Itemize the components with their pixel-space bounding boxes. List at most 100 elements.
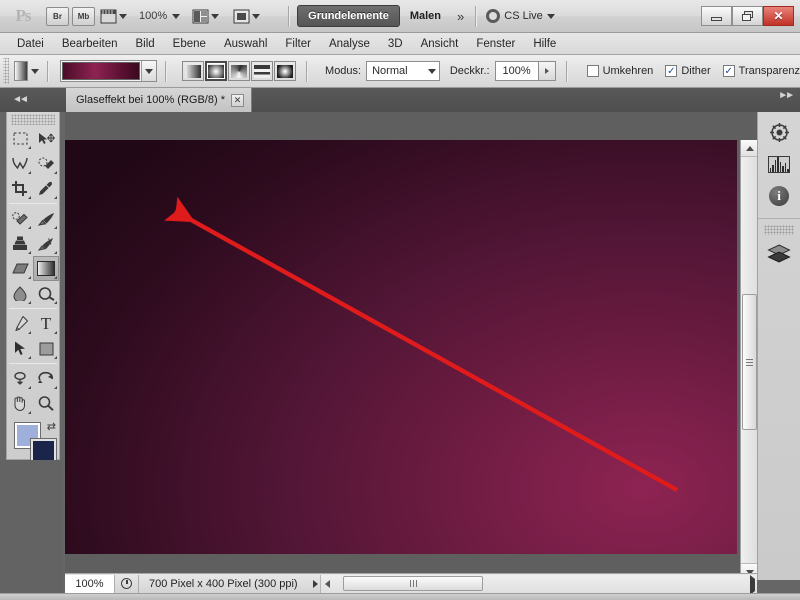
dither-checkbox[interactable]: ✓: [665, 65, 678, 77]
scroll-up-button[interactable]: [741, 140, 758, 157]
opacity-input[interactable]: 100%: [494, 61, 539, 81]
opacity-slider-button[interactable]: [538, 61, 556, 81]
canvas-viewport[interactable]: [65, 140, 737, 554]
restore-button[interactable]: [732, 6, 763, 26]
tool-options-bar: Modus: Normal Deckkr.: 100% Umkehren ✓ D…: [0, 55, 800, 88]
swap-colors-icon[interactable]: ⇄: [47, 420, 56, 433]
move-icon: [38, 132, 55, 144]
tool-brush[interactable]: [33, 206, 59, 231]
tool-pen[interactable]: [7, 311, 33, 336]
horizontal-scrollbar-thumb[interactable]: [343, 575, 483, 591]
tool-eyedropper[interactable]: [33, 176, 59, 201]
menu-analyse[interactable]: Analyse: [320, 36, 379, 52]
tool-history-brush[interactable]: [33, 231, 59, 256]
canvas-vertical-scrollbar[interactable]: [740, 140, 758, 580]
tool-path-selection[interactable]: [7, 336, 33, 361]
angle-gradient-button[interactable]: [228, 61, 251, 81]
tool-blur[interactable]: [7, 281, 33, 306]
canvas-horizontal-scrollbar[interactable]: [320, 574, 757, 595]
arrange-documents-button[interactable]: [190, 6, 221, 26]
scroll-left-icon[interactable]: [325, 579, 330, 588]
document-timing-button[interactable]: [115, 574, 139, 593]
bridge-button[interactable]: Br: [46, 6, 69, 26]
flyout-triangle-icon: [54, 276, 57, 279]
flyout-triangle-icon: [28, 196, 31, 199]
menu-bar: Datei Bearbeiten Bild Ebene Auswahl Filt…: [0, 33, 800, 55]
mini-bridge-button[interactable]: Mb: [72, 6, 95, 26]
tool-quick-selection[interactable]: [33, 151, 59, 176]
gradient-preview-swatch[interactable]: [62, 62, 141, 80]
gradient-picker[interactable]: [60, 60, 158, 82]
workspace-malen-button[interactable]: Malen: [400, 5, 451, 27]
tool-hand[interactable]: [7, 391, 33, 416]
tool-horizontal-type[interactable]: T: [33, 311, 59, 336]
workspace-grundelemente-button[interactable]: Grundelemente: [297, 5, 400, 27]
panel-layers-button[interactable]: [758, 238, 800, 270]
tool-move[interactable]: [33, 126, 59, 151]
menu-bild[interactable]: Bild: [126, 36, 163, 52]
transparency-checkbox[interactable]: ✓: [722, 65, 735, 77]
collapse-left-panel-icon[interactable]: ◄◄: [8, 90, 30, 108]
reflected-gradient-button[interactable]: [251, 61, 274, 81]
options-divider-3: [306, 60, 309, 82]
menu-hilfe[interactable]: Hilfe: [524, 36, 565, 52]
vertical-scrollbar-thumb[interactable]: [742, 294, 757, 430]
reverse-checkbox[interactable]: [586, 65, 599, 77]
tool-clone-stamp[interactable]: [7, 231, 33, 256]
tool-rectangular-marquee[interactable]: [7, 126, 33, 151]
panel-mini-bridge-button[interactable]: [758, 116, 800, 148]
radial-gradient-button[interactable]: [205, 61, 228, 81]
close-button[interactable]: ✕: [763, 6, 794, 26]
zoom-percent-input[interactable]: 100%: [65, 574, 115, 593]
tool-eraser[interactable]: [7, 256, 33, 281]
tool-3d-object-rotate[interactable]: [7, 366, 33, 391]
menu-filter[interactable]: Filter: [276, 36, 320, 52]
menu-ebene[interactable]: Ebene: [164, 36, 215, 52]
screen-mode-button[interactable]: [231, 6, 262, 26]
minimize-button[interactable]: [701, 6, 732, 26]
collapse-right-panel-icon[interactable]: ►►: [778, 90, 795, 101]
window-controls: ✕: [701, 6, 794, 26]
tool-crop[interactable]: [7, 176, 33, 201]
linear-gradient-button[interactable]: [182, 61, 205, 81]
options-bar-grip[interactable]: [3, 58, 10, 84]
cs-live-button[interactable]: CS Live: [486, 9, 555, 23]
menu-fenster[interactable]: Fenster: [467, 36, 524, 52]
tool-spot-healing-brush[interactable]: [7, 206, 33, 231]
toolbox-grip[interactable]: [11, 114, 55, 125]
right-dock-grip[interactable]: [764, 225, 794, 235]
tool-gradient[interactable]: [33, 256, 59, 281]
document-dimensions-label: 700 Pixel x 400 Pixel (300 ppi): [149, 577, 298, 590]
menu-auswahl[interactable]: Auswahl: [215, 36, 276, 52]
scroll-right-icon[interactable]: [750, 574, 755, 595]
dither-checkbox-row[interactable]: ✓ Dither: [665, 65, 711, 77]
menu-ansicht[interactable]: Ansicht: [412, 36, 468, 52]
panel-histogram-button[interactable]: [758, 148, 800, 180]
workspace-more-chevrons-icon[interactable]: »: [451, 9, 468, 24]
reflected-gradient-icon: [254, 64, 271, 78]
tool-lasso[interactable]: [7, 151, 33, 176]
reverse-checkbox-row[interactable]: Umkehren: [586, 65, 654, 77]
canvas-image[interactable]: [65, 140, 737, 554]
opacity-control[interactable]: 100%: [494, 61, 556, 81]
menu-bearbeiten[interactable]: Bearbeiten: [53, 36, 127, 52]
view-extras-button[interactable]: [98, 6, 129, 26]
zoom-chevron-down-icon[interactable]: [172, 13, 181, 19]
tool-dodge[interactable]: [33, 281, 59, 306]
arrange-documents-icon: [192, 9, 209, 23]
diamond-gradient-button[interactable]: [274, 61, 297, 81]
transparency-checkbox-row[interactable]: ✓ Transparenz: [722, 65, 800, 77]
menu-3d[interactable]: 3D: [379, 36, 412, 52]
tool-rectangle[interactable]: [33, 336, 59, 361]
tool-zoom[interactable]: [33, 391, 59, 416]
panel-info-button[interactable]: i: [758, 180, 800, 212]
blend-mode-select[interactable]: Normal: [366, 61, 440, 81]
document-tab-close-icon[interactable]: ✕: [230, 93, 244, 107]
pen-icon: [14, 316, 28, 331]
reverse-label: Umkehren: [602, 65, 654, 77]
tool-preset-chevron-down-icon[interactable]: [31, 68, 40, 74]
document-tab[interactable]: Glaseffekt bei 100% (RGB/8) * ✕: [66, 88, 252, 112]
tool-3d-camera-rotate[interactable]: [33, 366, 59, 391]
menu-datei[interactable]: Datei: [8, 36, 53, 52]
gradient-picker-dropdown[interactable]: [141, 61, 157, 81]
